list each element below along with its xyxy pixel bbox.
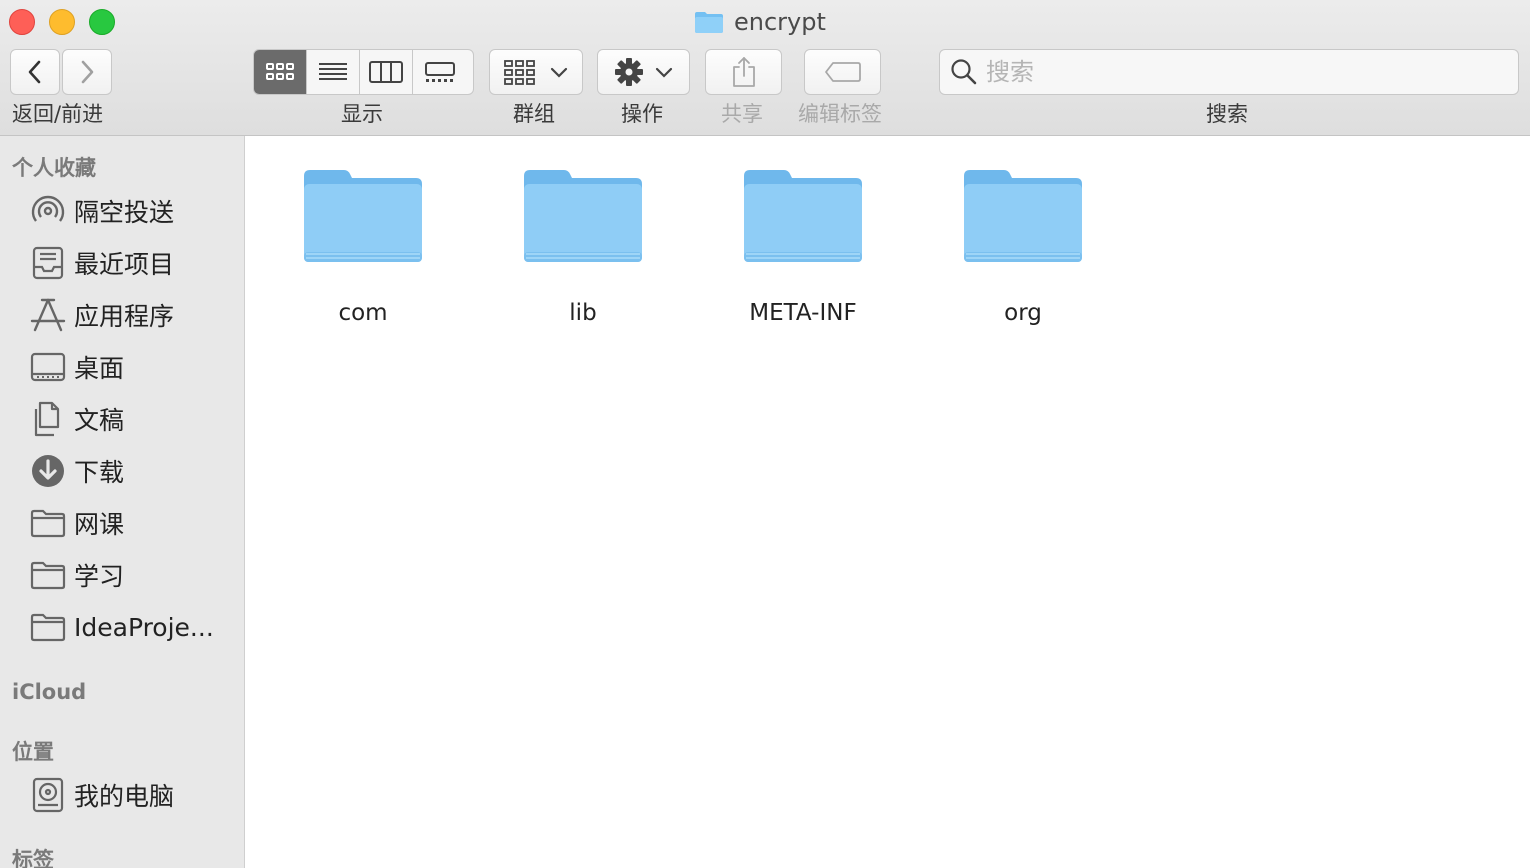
folder-icon [302,166,424,266]
folder-icon [28,609,68,645]
action-button[interactable] [597,49,690,95]
view-mode-control [253,49,474,95]
folder-icon [28,557,68,593]
column-view-button[interactable] [360,50,413,94]
folder-name: com [338,300,388,326]
folder-icon [522,166,644,266]
folder-name: META-INF [749,300,857,326]
folder-item-lib[interactable]: lib [503,166,663,336]
tag-icon [824,62,861,82]
gallery-view-button[interactable] [413,50,466,94]
edit-tags-button[interactable] [804,49,881,95]
sidebar-item-ideaprojects[interactable]: IdeaProje... [28,605,238,649]
folder-name: org [1004,300,1042,326]
search-label: 搜索 [1206,102,1248,126]
sidebar-item-applications[interactable]: 应用程序 [28,293,238,337]
icon-view-icon [266,63,294,80]
icloud-header: iCloud [12,680,87,704]
search-icon [951,59,977,85]
sidebar-item-my-computer[interactable]: 我的电脑 [28,773,238,817]
sidebar: 个人收藏 隔空投送 最近项目 应用程序 桌面 文稿 下载 网课 学习 IdeaP… [0,136,245,868]
hard-disk-icon [28,777,68,813]
file-browser: com lib META-INF org [246,136,1530,868]
back-button[interactable] [10,49,60,95]
folder-name: lib [569,300,597,326]
forward-button[interactable] [62,49,112,95]
sidebar-item-xuexi[interactable]: 学习 [28,553,238,597]
edit-tags-label: 编辑标签 [798,102,882,126]
gallery-view-icon [424,62,455,82]
icon-view-button[interactable] [254,50,307,94]
folder-icon [962,166,1084,266]
minimize-window-button[interactable] [49,9,75,35]
chevron-right-icon [81,60,94,84]
favorites-header: 个人收藏 [12,156,96,180]
share-button[interactable] [705,49,782,95]
desktop-icon [28,349,68,385]
sidebar-item-airdrop[interactable]: 隔空投送 [28,189,238,233]
group-label: 群组 [513,102,555,126]
close-window-button[interactable] [9,9,35,35]
documents-icon [28,401,68,437]
chevron-down-icon [655,67,672,78]
folder-icon [28,505,68,541]
folder-icon [694,10,724,34]
toolbar: encrypt 返回/前进 显示 群组 操作 共享 编辑标签 搜索 搜索 [0,0,1530,136]
finder-window: encrypt 返回/前进 显示 群组 操作 共享 编辑标签 搜索 搜索 个人收… [0,0,1530,868]
gear-icon [614,58,643,86]
search-field[interactable] [939,49,1519,95]
folder-icon [742,166,864,266]
share-label: 共享 [721,102,763,126]
view-label: 显示 [341,102,383,126]
window-title-text: encrypt [734,8,826,36]
sidebar-item-downloads[interactable]: 下载 [28,449,238,493]
tags-header: 标签 [12,848,54,868]
list-view-icon [319,63,347,80]
folder-item-meta-inf[interactable]: META-INF [723,166,883,336]
chevron-left-icon [28,60,41,84]
recents-icon [28,245,68,281]
airdrop-icon [28,193,68,229]
zoom-window-button[interactable] [89,9,115,35]
group-icon [504,60,535,85]
search-input[interactable] [986,58,1506,86]
sidebar-item-documents[interactable]: 文稿 [28,397,238,441]
applications-icon [28,297,68,333]
sidebar-item-desktop[interactable]: 桌面 [28,345,238,389]
list-view-button[interactable] [307,50,360,94]
window-title: encrypt [694,6,826,38]
folder-item-org[interactable]: org [943,166,1103,336]
column-view-icon [369,61,403,83]
nav-label: 返回/前进 [12,102,104,126]
action-label: 操作 [621,102,663,126]
group-button[interactable] [489,49,583,95]
chevron-down-icon [550,67,568,78]
sidebar-item-recents[interactable]: 最近项目 [28,241,238,285]
sidebar-item-wangke[interactable]: 网课 [28,501,238,545]
folder-item-com[interactable]: com [283,166,443,336]
downloads-icon [28,453,68,489]
share-icon [732,57,755,87]
locations-header: 位置 [12,740,54,764]
